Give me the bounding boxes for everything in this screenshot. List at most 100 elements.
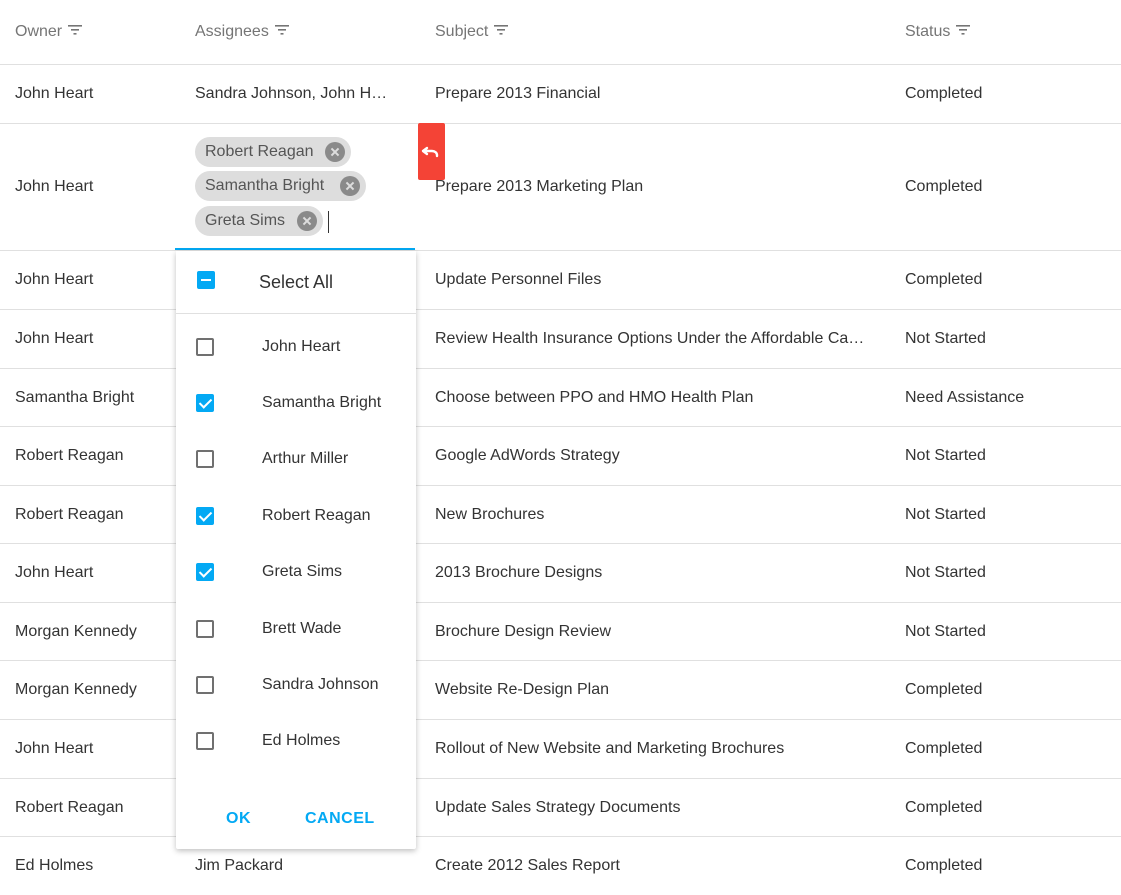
header-status[interactable]: Status xyxy=(905,0,971,64)
table-row[interactable]: Ed Holmes Jim Packard Create 2012 Sales … xyxy=(0,837,1121,895)
table-row[interactable]: Robert Reagan Update Sales Strategy Docu… xyxy=(0,779,1121,837)
owner-cell[interactable]: John Heart xyxy=(15,124,180,250)
subject-cell[interactable]: Prepare 2013 Financial xyxy=(435,65,875,123)
tag-samantha-bright: Samantha Bright xyxy=(195,171,366,201)
cancel-button[interactable]: CANCEL xyxy=(305,799,375,839)
checkbox[interactable] xyxy=(196,394,214,412)
status-cell[interactable]: Not Started xyxy=(905,603,1115,660)
status-cell[interactable]: Completed xyxy=(905,661,1115,719)
owner-cell[interactable]: John Heart xyxy=(15,310,180,368)
filter-icon[interactable] xyxy=(494,25,509,35)
list-item[interactable]: Samantha Bright xyxy=(176,375,416,431)
header-owner[interactable]: Owner xyxy=(15,0,83,64)
assignees-cell[interactable]: Sandra Johnson, John Heart xyxy=(195,65,393,123)
table-row[interactable]: Samantha Bright Choose between PPO and H… xyxy=(0,369,1121,427)
subject-cell[interactable]: Update Personnel Files xyxy=(435,251,875,309)
list-item[interactable]: Robert Reagan xyxy=(176,488,416,544)
tag-label: Robert Reagan xyxy=(205,143,314,160)
status-cell[interactable]: Completed xyxy=(905,124,1115,250)
header-status-label: Status xyxy=(905,23,951,40)
status-cell[interactable]: Not Started xyxy=(905,427,1115,485)
table-row[interactable]: John Heart Rollout of New Website and Ma… xyxy=(0,720,1121,779)
checkbox[interactable] xyxy=(196,450,214,468)
table-row[interactable]: Robert Reagan Google AdWords Strategy No… xyxy=(0,427,1121,486)
checkbox[interactable] xyxy=(196,507,214,525)
option-label: John Heart xyxy=(262,338,341,355)
status-cell[interactable]: Completed xyxy=(905,779,1115,836)
undo-icon xyxy=(421,146,439,158)
list-item[interactable]: Ed Holmes xyxy=(176,713,416,769)
table-row[interactable]: John Heart Review Health Insurance Optio… xyxy=(0,310,1121,369)
option-label: Samantha Bright xyxy=(262,394,382,411)
checkbox[interactable] xyxy=(196,620,214,638)
status-cell[interactable]: Not Started xyxy=(905,310,1115,368)
subject-cell[interactable]: Create 2012 Sales Report xyxy=(435,837,875,895)
subject-cell[interactable]: 2013 Brochure Designs xyxy=(435,544,875,602)
owner-cell[interactable]: John Heart xyxy=(15,65,180,123)
option-label: Brett Wade xyxy=(262,620,342,637)
owner-cell[interactable]: Morgan Kennedy xyxy=(15,661,180,719)
checkbox[interactable] xyxy=(196,338,214,356)
table-row[interactable]: Morgan Kennedy Website Re-Design Plan Co… xyxy=(0,661,1121,720)
option-label: Ed Holmes xyxy=(262,732,341,749)
list-item[interactable]: John Heart xyxy=(176,319,416,375)
filter-icon[interactable] xyxy=(956,25,971,35)
list-item[interactable]: Sandra Johnson xyxy=(176,657,416,713)
status-cell[interactable]: Completed xyxy=(905,251,1115,309)
filter-icon[interactable] xyxy=(274,25,289,35)
header-assignees-label: Assignees xyxy=(195,23,269,40)
checkbox[interactable] xyxy=(196,563,214,581)
status-cell[interactable]: Not Started xyxy=(905,486,1115,543)
header-assignees[interactable]: Assignees xyxy=(195,0,289,64)
owner-cell[interactable]: Robert Reagan xyxy=(15,779,180,836)
list-item[interactable]: Arthur Miller xyxy=(176,431,416,487)
remove-tag-icon[interactable] xyxy=(340,176,360,196)
table-row[interactable]: Morgan Kennedy Brochure Design Review No… xyxy=(0,603,1121,661)
checkbox[interactable] xyxy=(196,676,214,694)
owner-cell[interactable]: John Heart xyxy=(15,251,180,309)
table-row[interactable]: John Heart Update Personnel Files Comple… xyxy=(0,251,1121,310)
owner-cell[interactable]: Ed Holmes xyxy=(15,837,180,895)
tag-label: Samantha Bright xyxy=(205,177,325,194)
table-row[interactable]: John Heart 2013 Brochure Designs Not Sta… xyxy=(0,544,1121,603)
filter-icon[interactable] xyxy=(68,25,83,35)
subject-cell[interactable]: New Brochures xyxy=(435,486,875,543)
list-item[interactable]: Greta Sims xyxy=(176,544,416,600)
subject-cell[interactable]: Brochure Design Review xyxy=(435,603,875,660)
option-label: Sandra Johnson xyxy=(262,676,379,693)
subject-cell[interactable]: Website Re-Design Plan xyxy=(435,661,875,719)
select-all-item[interactable]: Select All xyxy=(176,251,416,314)
subject-cell[interactable]: Choose between PPO and HMO Health Plan xyxy=(435,369,875,426)
select-all-checkbox[interactable] xyxy=(197,271,215,289)
status-cell[interactable]: Completed xyxy=(905,65,1115,123)
revert-button[interactable] xyxy=(418,123,445,180)
header-subject-label: Subject xyxy=(435,23,489,40)
owner-cell[interactable]: John Heart xyxy=(15,544,180,602)
remove-tag-icon[interactable] xyxy=(325,142,345,162)
status-cell[interactable]: Not Started xyxy=(905,544,1115,602)
owner-cell[interactable]: John Heart xyxy=(15,720,180,778)
subject-cell[interactable]: Review Health Insurance Options Under th… xyxy=(435,310,867,368)
status-cell[interactable]: Need Assistance xyxy=(905,369,1115,426)
subject-cell[interactable]: Google AdWords Strategy xyxy=(435,427,875,485)
owner-cell[interactable]: Samantha Bright xyxy=(15,369,180,426)
table-row-editing[interactable]: John Heart Prepare 2013 Marketing Plan C… xyxy=(0,124,1121,251)
owner-cell[interactable]: Robert Reagan xyxy=(15,486,180,543)
checkbox[interactable] xyxy=(196,732,214,750)
text-caret xyxy=(328,211,329,233)
ok-button[interactable]: OK xyxy=(226,799,251,839)
table-row[interactable]: John Heart Sandra Johnson, John Heart Pr… xyxy=(0,65,1121,124)
remove-tag-icon[interactable] xyxy=(297,211,317,231)
assignees-tagbox-editor[interactable]: Robert Reagan Samantha Bright Greta Sims xyxy=(175,124,415,250)
header-subject[interactable]: Subject xyxy=(435,0,509,64)
status-cell[interactable]: Completed xyxy=(905,837,1115,895)
list-item[interactable]: Brett Wade xyxy=(176,601,416,657)
owner-cell[interactable]: Morgan Kennedy xyxy=(15,603,180,660)
subject-cell[interactable]: Prepare 2013 Marketing Plan xyxy=(435,124,875,250)
subject-cell[interactable]: Update Sales Strategy Documents xyxy=(435,779,875,836)
owner-cell[interactable]: Robert Reagan xyxy=(15,427,180,485)
subject-cell[interactable]: Rollout of New Website and Marketing Bro… xyxy=(435,720,875,778)
status-cell[interactable]: Completed xyxy=(905,720,1115,778)
table-row[interactable]: Robert Reagan New Brochures Not Started xyxy=(0,486,1121,544)
tag-greta-sims: Greta Sims xyxy=(195,206,323,236)
